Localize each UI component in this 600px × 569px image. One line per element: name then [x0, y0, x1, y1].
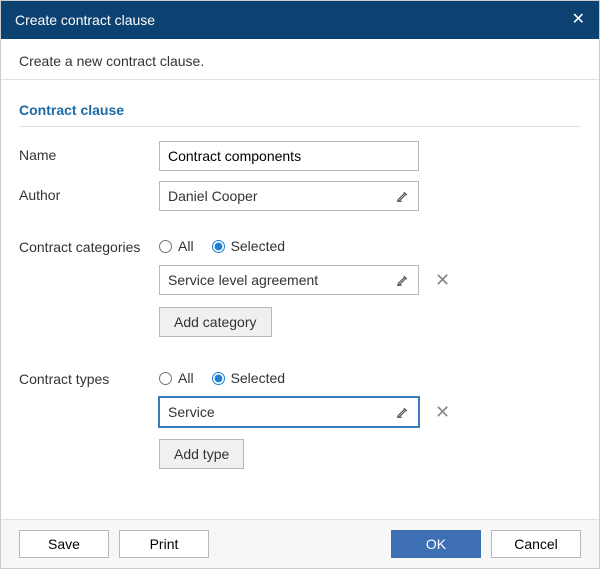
author-lookup[interactable]: Daniel Cooper — [159, 181, 419, 211]
row-name: Name — [19, 141, 581, 171]
row-types: Contract types All Selected Service — [19, 365, 581, 469]
cancel-button[interactable]: Cancel — [491, 530, 581, 558]
create-contract-clause-dialog: Create contract clause ✕ Create a new co… — [0, 0, 600, 569]
dialog-titlebar: Create contract clause ✕ — [1, 1, 599, 39]
ok-button[interactable]: OK — [391, 530, 481, 558]
add-category-button[interactable]: Add category — [159, 307, 272, 337]
radio-label-all: All — [178, 238, 194, 254]
radio-label-selected: Selected — [231, 370, 285, 386]
category-value: Service level agreement — [168, 272, 318, 288]
add-type-button[interactable]: Add type — [159, 439, 244, 469]
label-categories: Contract categories — [19, 233, 159, 255]
save-button[interactable]: Save — [19, 530, 109, 558]
radio-label-all: All — [178, 370, 194, 386]
types-radio-group: All Selected — [159, 365, 454, 387]
label-name: Name — [19, 141, 159, 163]
dialog-subtitle: Create a new contract clause. — [1, 39, 599, 80]
close-icon[interactable]: ✕ — [572, 12, 585, 28]
edit-icon — [396, 273, 410, 287]
categories-radio-all[interactable]: All — [159, 238, 194, 254]
remove-category-icon[interactable]: ✕ — [431, 271, 454, 289]
radio-label-selected: Selected — [231, 238, 285, 254]
label-author: Author — [19, 181, 159, 203]
type-selection-row: Service ✕ — [159, 397, 454, 427]
types-radio-selected[interactable]: Selected — [212, 370, 285, 386]
dialog-footer: Save Print OK Cancel — [1, 519, 599, 568]
dialog-title: Create contract clause — [15, 12, 155, 28]
types-radio-all[interactable]: All — [159, 370, 194, 386]
name-input[interactable] — [159, 141, 419, 171]
type-lookup[interactable]: Service — [159, 397, 419, 427]
edit-icon — [396, 405, 410, 419]
label-types: Contract types — [19, 365, 159, 387]
remove-type-icon[interactable]: ✕ — [431, 403, 454, 421]
section-title: Contract clause — [19, 92, 581, 127]
row-author: Author Daniel Cooper — [19, 181, 581, 211]
category-lookup[interactable]: Service level agreement — [159, 265, 419, 295]
categories-radio-group: All Selected — [159, 233, 454, 255]
categories-radio-selected[interactable]: Selected — [212, 238, 285, 254]
edit-icon — [396, 189, 410, 203]
type-value: Service — [168, 404, 215, 420]
dialog-content: Contract clause Name Author Daniel Coope… — [1, 80, 599, 519]
row-categories: Contract categories All Selected Service… — [19, 233, 581, 337]
category-selection-row: Service level agreement ✕ — [159, 265, 454, 295]
print-button[interactable]: Print — [119, 530, 209, 558]
author-value: Daniel Cooper — [168, 188, 258, 204]
